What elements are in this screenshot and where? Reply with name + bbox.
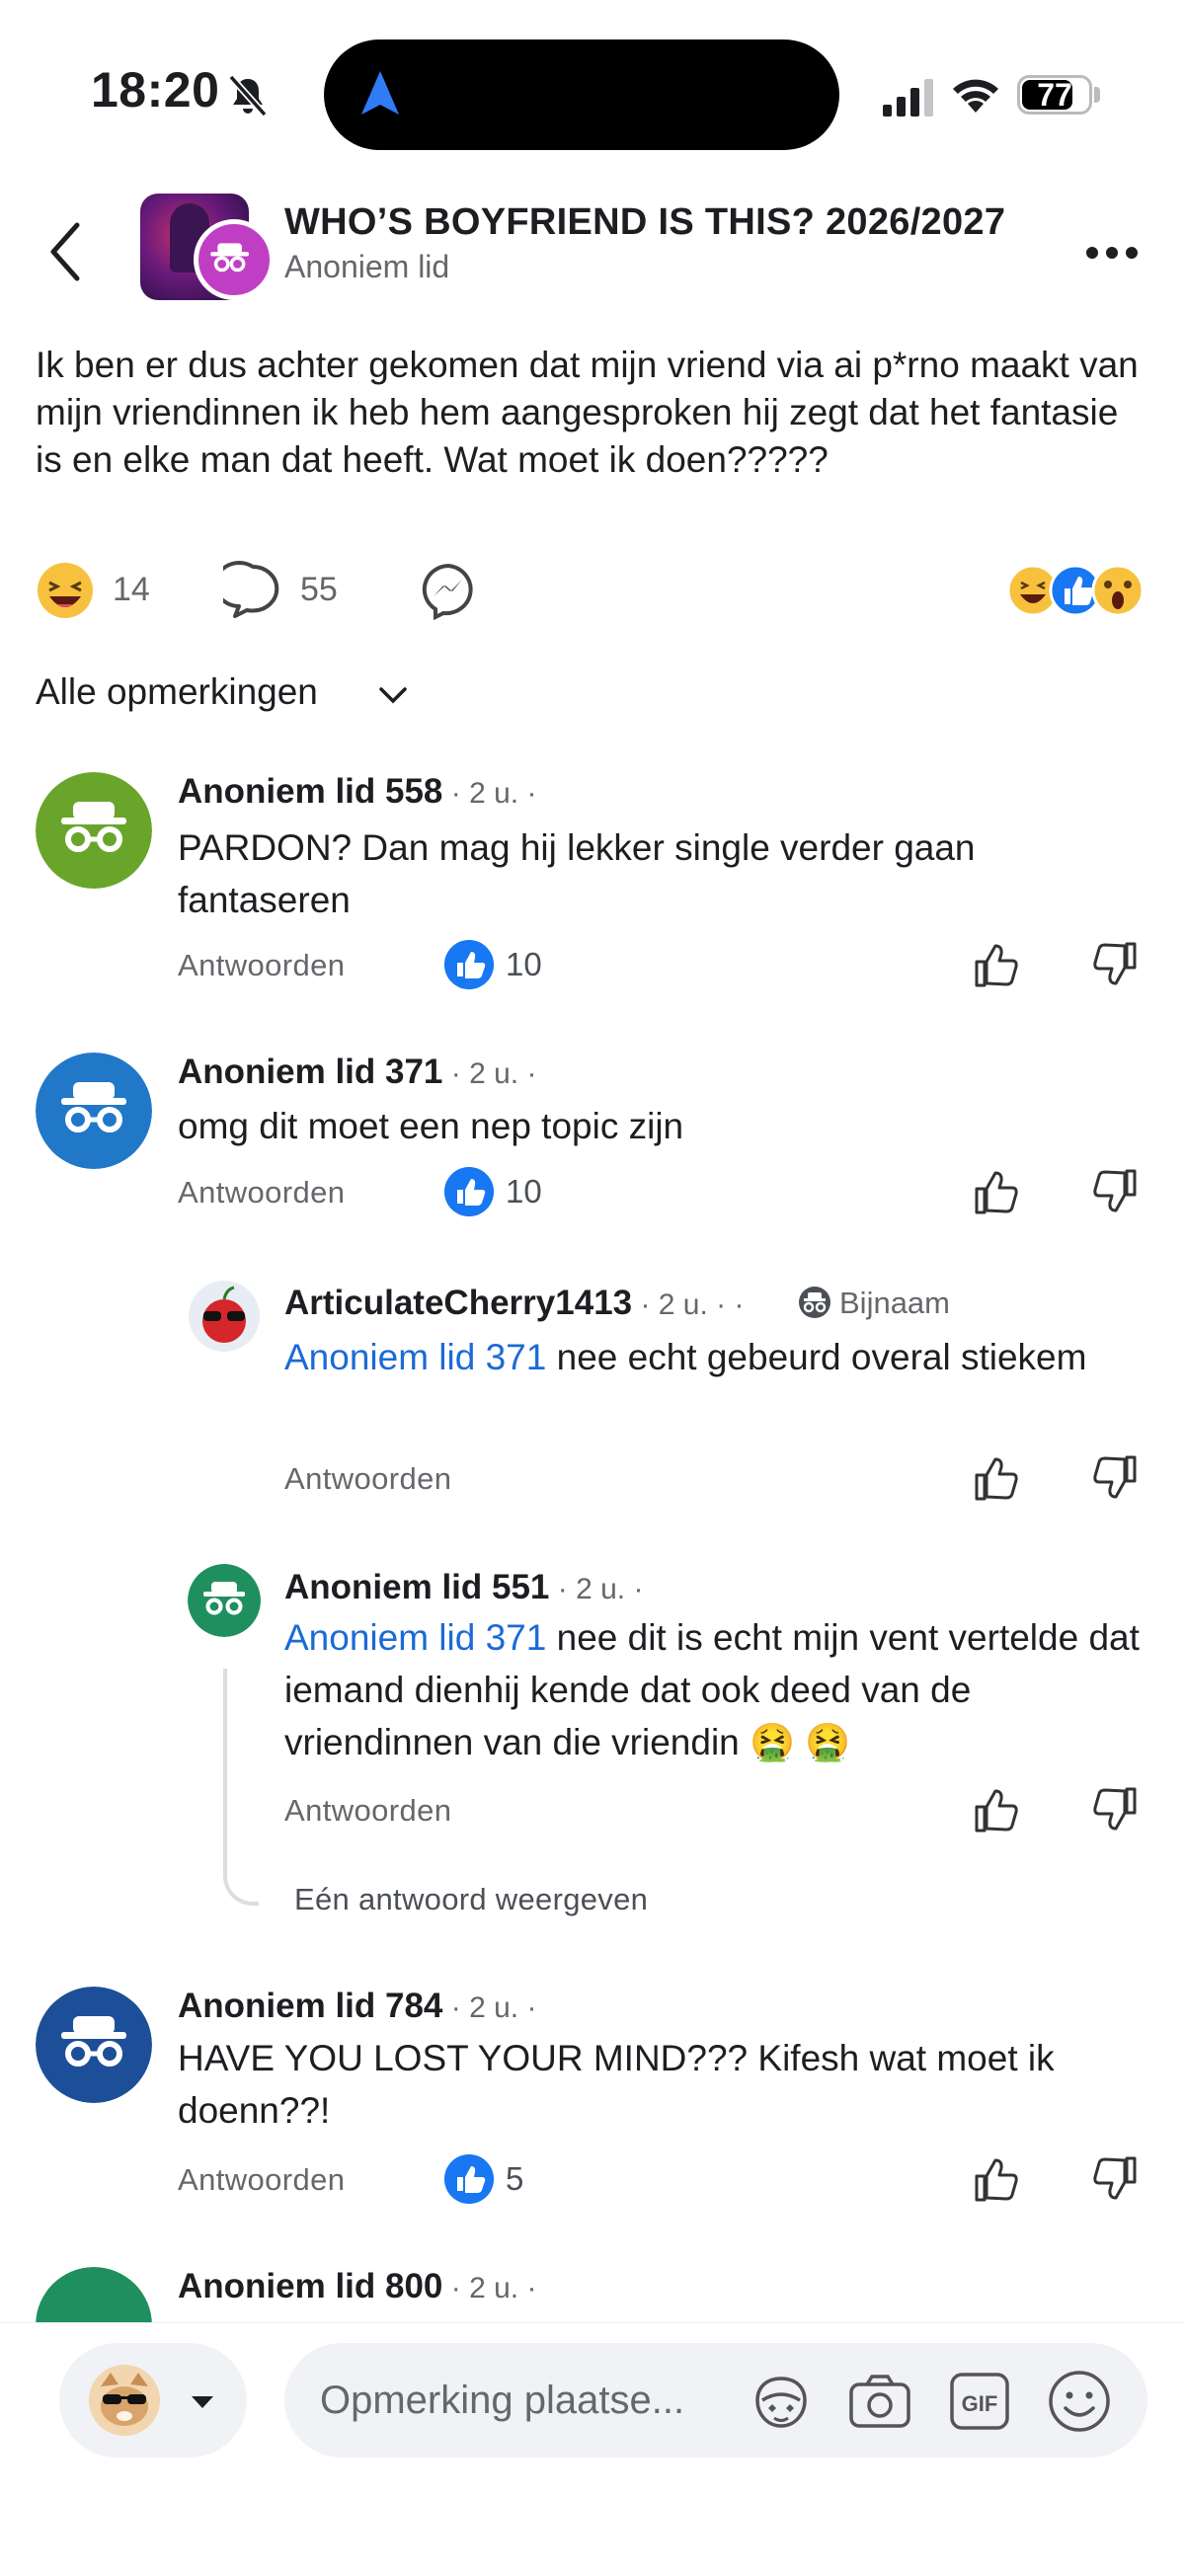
gif-icon[interactable]: GIF: [948, 2371, 1011, 2432]
user-avatar: [89, 2365, 160, 2436]
thumbs-up-icon[interactable]: [972, 1453, 1021, 1503]
thumbs-up-icon[interactable]: [972, 2154, 1021, 2204]
comment-composer: Opmerking plaatse... GIF: [0, 2322, 1185, 2500]
thumbs-down-icon[interactable]: [1090, 1785, 1140, 1834]
post-body: Ik ben er dus achter gekomen dat mijn vr…: [36, 345, 1139, 480]
emoji-icon[interactable]: [1047, 2369, 1112, 2434]
mention-link[interactable]: Anoniem lid 371: [284, 1617, 546, 1658]
reply-button[interactable]: Antwoorden: [178, 1175, 345, 1210]
show-replies-link[interactable]: Eén antwoord weergeven: [294, 1882, 648, 1917]
caret-down-icon: [192, 2396, 213, 2408]
back-chevron-icon[interactable]: [43, 219, 87, 284]
comment-author[interactable]: ArticulateCherry1413 · 2 u. · ·: [284, 1284, 744, 1323]
more-options-icon[interactable]: [1082, 241, 1142, 265]
reply-button[interactable]: Antwoorden: [178, 2162, 345, 2198]
thumbs-down-icon[interactable]: [1090, 2154, 1140, 2204]
post-author: Anoniem lid: [284, 249, 450, 284]
cellular-signal-icon: [883, 79, 933, 117]
comment-text: HAVE YOU LOST YOUR MIND??? Kifesh wat mo…: [178, 2038, 1055, 2131]
navigation-arrow-icon: [361, 71, 399, 115]
anonymous-avatar-icon[interactable]: [36, 1987, 152, 2103]
identity-switcher[interactable]: [59, 2343, 247, 2458]
camera-icon[interactable]: [847, 2373, 912, 2430]
like-badge-icon: [444, 2154, 494, 2204]
anonymous-avatar-icon[interactable]: [36, 1053, 152, 1169]
comment-author[interactable]: Anoniem lid 371 · 2 u. ·: [178, 1053, 536, 1092]
like-count[interactable]: 5: [506, 2160, 523, 2198]
thumbs-down-icon[interactable]: [1090, 940, 1140, 989]
post-actions: 14 55: [36, 557, 1151, 624]
reply-button[interactable]: Antwoorden: [284, 1461, 451, 1497]
comment-input[interactable]: Opmerking plaatse... GIF: [284, 2343, 1147, 2458]
messenger-share-icon[interactable]: [419, 561, 478, 620]
like-count[interactable]: 10: [506, 946, 542, 983]
like-badge-icon: [444, 1167, 494, 1216]
bell-muted-icon: [228, 74, 268, 117]
cherry-avatar-icon[interactable]: [188, 1280, 261, 1353]
like-count[interactable]: 10: [506, 1173, 542, 1210]
incognito-icon: [799, 1287, 830, 1318]
thumbs-up-icon[interactable]: [972, 940, 1021, 989]
group-title[interactable]: WHO’S BOYFRIEND IS THIS? 2026/2027: [284, 201, 1005, 244]
mention-link[interactable]: Anoniem lid 371: [284, 1337, 546, 1377]
wifi-icon: [953, 79, 998, 113]
comment-author[interactable]: Anoniem lid 551 · 2 u. ·: [284, 1568, 643, 1607]
comment-text: Anoniem lid 371 nee echt gebeurd overal …: [284, 1337, 1087, 1377]
comment-text: omg dit moet een nep topic zijn: [178, 1106, 684, 1146]
thumbs-up-icon[interactable]: [972, 1785, 1021, 1834]
comment-count[interactable]: 55: [300, 571, 338, 609]
like-badge-icon: [444, 940, 494, 989]
comment-author[interactable]: Anoniem lid 800 · 2 u. ·: [178, 2267, 536, 2306]
thumbs-down-icon[interactable]: [1090, 1453, 1140, 1503]
reply-button[interactable]: Antwoorden: [284, 1793, 451, 1829]
reaction-count[interactable]: 14: [113, 571, 150, 609]
status-time: 18:20: [91, 62, 220, 117]
comment-bubble-icon[interactable]: [223, 561, 282, 620]
status-bar: 18:20 77: [0, 0, 1185, 188]
comment-sort-dropdown[interactable]: Alle opmerkingen: [36, 671, 318, 713]
comment-text: PARDON? Dan mag hij lekker single verder…: [178, 827, 976, 920]
battery-tip: [1094, 87, 1100, 103]
comment-input-placeholder: Opmerking plaatse...: [320, 2379, 685, 2422]
battery-indicator: 77: [1017, 75, 1092, 115]
laughing-reaction-icon[interactable]: [36, 561, 95, 620]
thumbs-up-icon[interactable]: [972, 1167, 1021, 1216]
anonymous-avatar-icon[interactable]: [188, 1564, 261, 1637]
reaction-summary-icons[interactable]: [1003, 563, 1151, 618]
reply-button[interactable]: Antwoorden: [178, 948, 345, 983]
chevron-down-icon[interactable]: [377, 683, 409, 709]
svg-text:GIF: GIF: [962, 2391, 998, 2416]
nickname-badge: Bijnaam: [839, 1286, 950, 1320]
thumbs-down-icon[interactable]: [1090, 1167, 1140, 1216]
anonymous-avatar-icon[interactable]: [36, 772, 152, 889]
comment-author[interactable]: Anoniem lid 784 · 2 u. ·: [178, 1987, 536, 2026]
avatar-sticker-icon[interactable]: [749, 2371, 814, 2432]
comment-text: Anoniem lid 371 nee dit is echt mijn ven…: [284, 1617, 1140, 1762]
comment-author[interactable]: Anoniem lid 558 · 2 u. ·: [178, 772, 536, 812]
thread-connector: [223, 1669, 259, 1906]
battery-percent: 77: [1037, 77, 1072, 113]
anonymous-user-avatar: [194, 219, 275, 300]
